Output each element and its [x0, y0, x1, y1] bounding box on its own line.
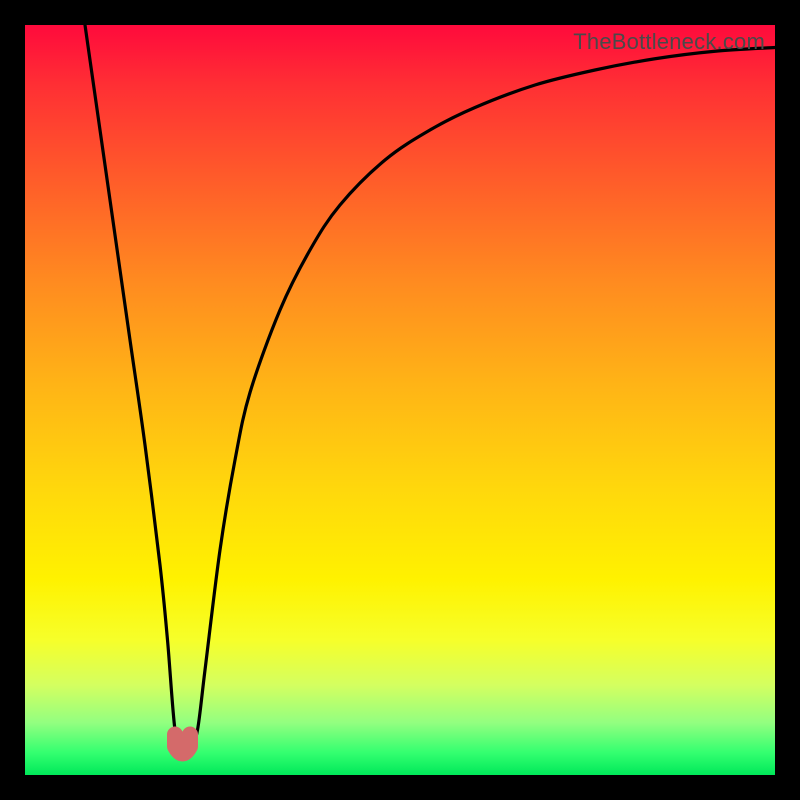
- chart-plot-area: TheBottleneck.com: [25, 25, 775, 775]
- min-marker: [175, 735, 190, 754]
- curve-path: [85, 25, 775, 755]
- watermark-text: TheBottleneck.com: [573, 29, 765, 55]
- bottleneck-curve: [25, 25, 775, 775]
- chart-frame: TheBottleneck.com: [0, 0, 800, 800]
